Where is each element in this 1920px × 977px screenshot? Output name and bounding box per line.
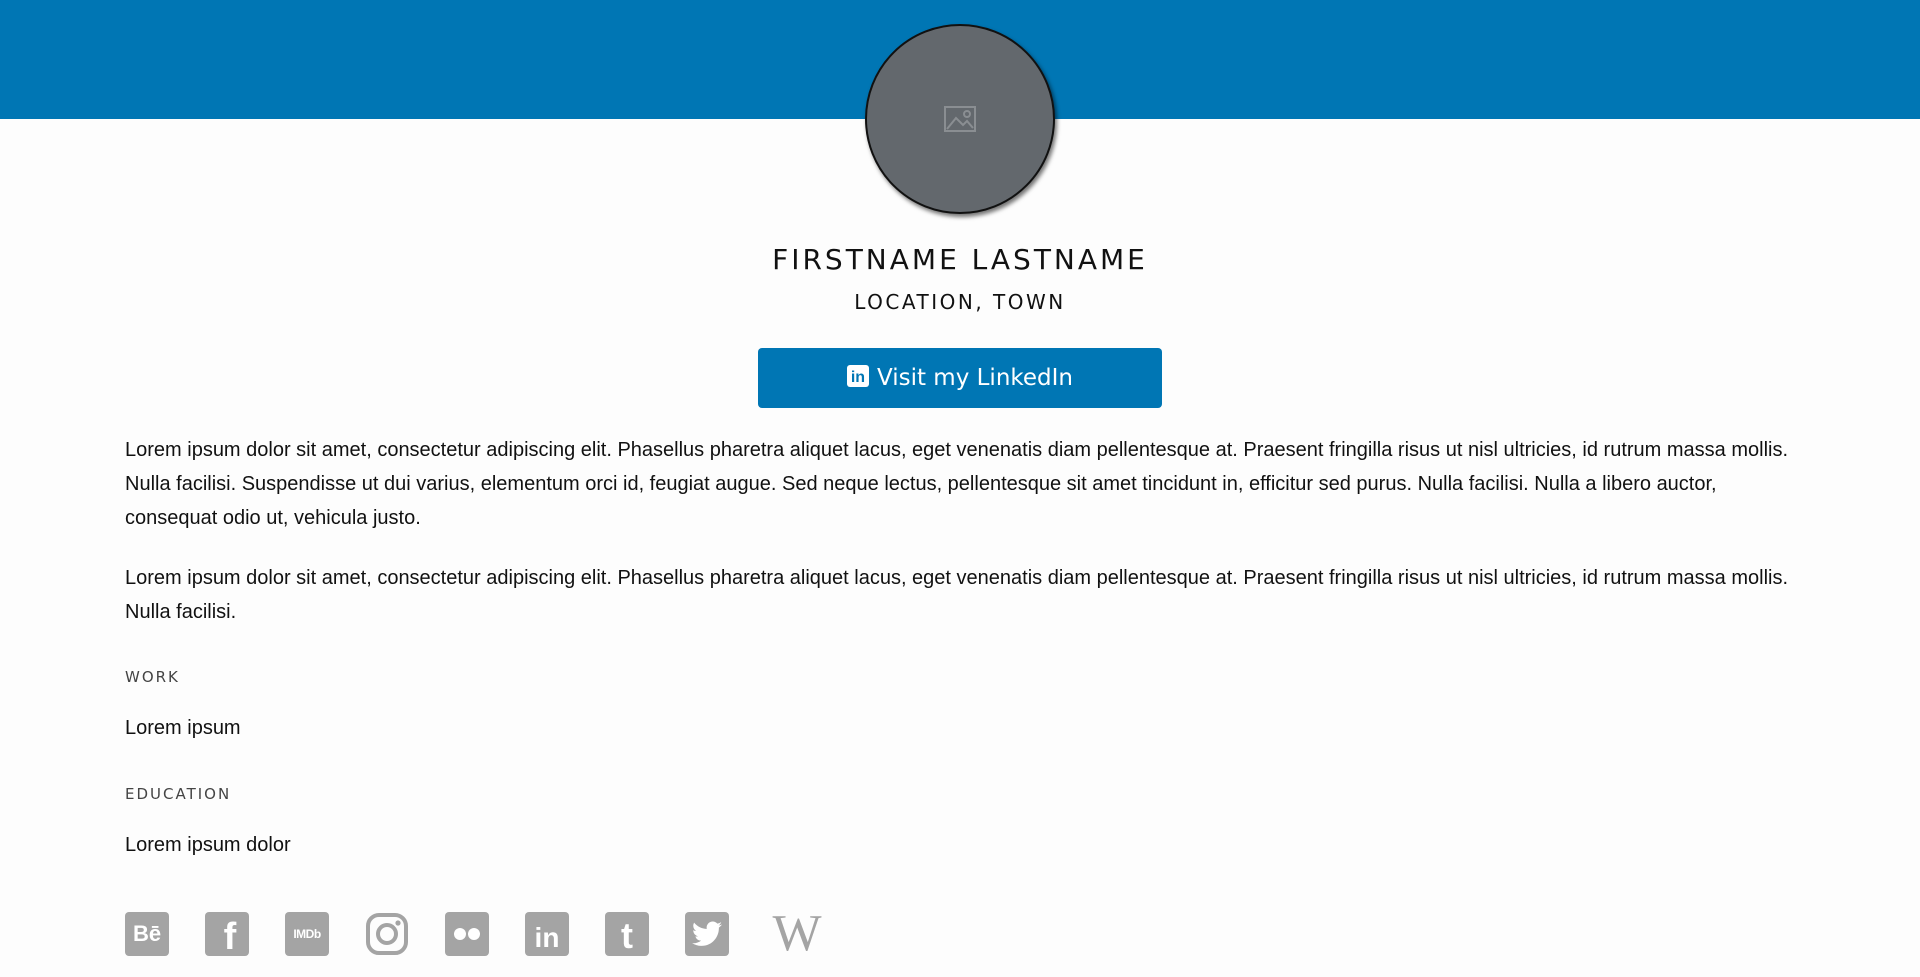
education-value: Lorem ipsum dolor xyxy=(125,834,291,856)
behance-glyph: Bē xyxy=(132,921,162,946)
twitter-glyph xyxy=(692,921,722,946)
image-placeholder-icon xyxy=(944,106,976,132)
profile-avatar xyxy=(865,24,1055,214)
instagram-glyph xyxy=(366,913,408,955)
flickr-icon[interactable] xyxy=(445,912,489,956)
wikipedia-glyph: W xyxy=(772,905,822,962)
profile-name: FIRSTNAME LASTNAME xyxy=(772,243,1148,276)
linkedin-social-icon[interactable]: in xyxy=(525,912,569,956)
work-value: Lorem ipsum xyxy=(125,717,241,739)
facebook-icon[interactable]: f xyxy=(205,912,249,956)
flickr-glyph xyxy=(454,928,480,940)
imdb-glyph: IMDb xyxy=(293,927,321,941)
tumblr-icon[interactable]: t xyxy=(605,912,649,956)
bio-paragraph: Lorem ipsum dolor sit amet, consectetur … xyxy=(125,439,1789,529)
profile-location: LOCATION, TOWN xyxy=(854,290,1066,314)
facebook-glyph: f xyxy=(223,916,237,958)
bio-paragraph: Lorem ipsum dolor sit amet, consectetur … xyxy=(125,567,1789,623)
imdb-icon[interactable]: IMDb xyxy=(285,912,329,956)
wikipedia-icon[interactable]: W xyxy=(765,905,829,962)
social-links: Bē f IMDb in t W xyxy=(125,905,829,962)
instagram-icon[interactable] xyxy=(365,912,409,956)
linkedin-icon: in xyxy=(846,365,869,387)
visit-linkedin-button[interactable]: in Visit my LinkedIn xyxy=(758,348,1162,408)
linkedin-glyph: in xyxy=(534,922,560,953)
behance-icon[interactable]: Bē xyxy=(125,912,169,956)
twitter-icon[interactable] xyxy=(685,912,729,956)
work-heading: WORK xyxy=(125,668,180,686)
education-heading: EDUCATION xyxy=(125,785,232,803)
visit-linkedin-label: Visit my LinkedIn xyxy=(876,365,1074,391)
tumblr-glyph: t xyxy=(621,915,633,956)
